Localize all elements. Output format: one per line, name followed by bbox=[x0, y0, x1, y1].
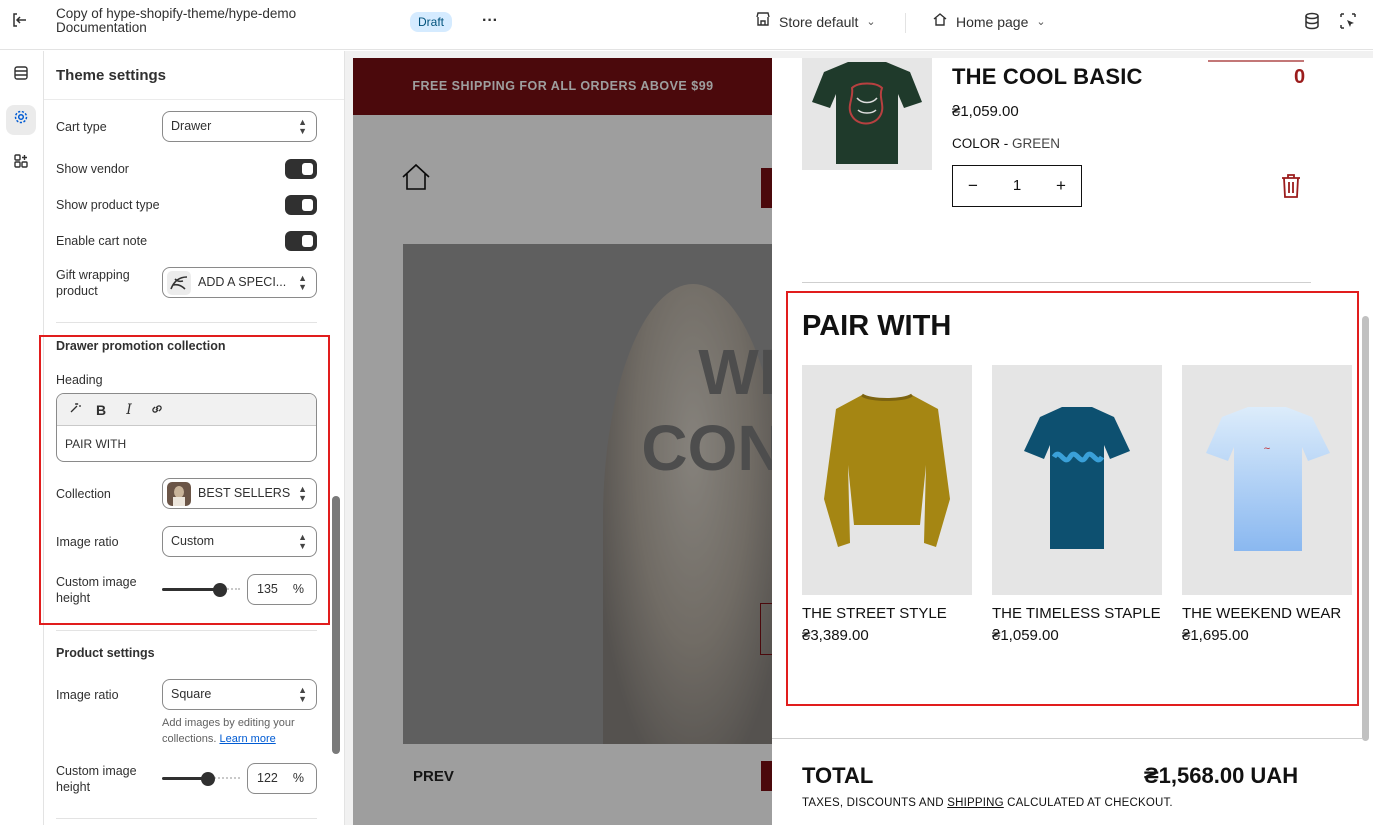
slider-knob[interactable] bbox=[201, 772, 215, 786]
gear-icon[interactable] bbox=[6, 105, 36, 135]
product-custom-height-input[interactable]: 122 % bbox=[247, 763, 317, 794]
checkout-note: TAXES, DISCOUNTS AND SHIPPING CALCULATED… bbox=[802, 797, 1173, 809]
cart-type-label: Cart type bbox=[56, 120, 107, 134]
checkout-note-text: TAXES, DISCOUNTS AND bbox=[802, 797, 948, 809]
page-selector[interactable]: Home page ⌄ bbox=[932, 11, 1046, 33]
highlight-box bbox=[786, 291, 1359, 706]
drawer-overlay[interactable] bbox=[353, 58, 773, 825]
more-actions-button[interactable]: ··· bbox=[478, 10, 502, 34]
show-vendor-label: Show vendor bbox=[56, 162, 129, 176]
product-image-ratio-value: Square bbox=[171, 687, 212, 701]
theme-title: Copy of hype-shopify-theme/hype-demo Doc… bbox=[56, 6, 297, 35]
select-arrows-icon: ▲ ▼ bbox=[298, 117, 307, 136]
show-product-type-label: Show product type bbox=[56, 198, 160, 212]
trash-icon[interactable] bbox=[1280, 173, 1302, 199]
divider bbox=[905, 13, 906, 33]
divider bbox=[44, 99, 344, 100]
product-settings-section-title: Product settings bbox=[56, 646, 155, 660]
percent-unit: % bbox=[292, 771, 304, 785]
compare-price-digit: 0 bbox=[1294, 66, 1306, 88]
product-image-ratio-select[interactable]: Square ▲ ▼ bbox=[162, 679, 317, 710]
total-value: ₴1,568.00 UAH bbox=[1144, 763, 1299, 788]
cart-item-name[interactable]: THE COOL BASIC bbox=[952, 64, 1143, 90]
divider bbox=[56, 322, 317, 323]
store-icon bbox=[755, 11, 771, 33]
highlight-box bbox=[39, 335, 330, 625]
show-product-type-toggle[interactable] bbox=[285, 195, 317, 215]
apps-icon[interactable] bbox=[6, 149, 36, 179]
home-icon bbox=[932, 11, 948, 33]
inspector-icon[interactable] bbox=[1338, 12, 1358, 32]
show-vendor-toggle[interactable] bbox=[285, 159, 317, 179]
decrease-quantity-button[interactable]: − bbox=[953, 166, 993, 206]
quantity-stepper: − 1 + bbox=[952, 165, 1082, 207]
color-label: COLOR - bbox=[952, 136, 1009, 151]
select-arrows-icon: ▲ ▼ bbox=[298, 685, 307, 704]
store-selector-label: Store default bbox=[779, 14, 859, 30]
gift-wrapping-label: Gift wrapping product bbox=[56, 268, 130, 298]
cart-item-price: ₴1,059.00 bbox=[952, 103, 1019, 120]
divider bbox=[802, 282, 1311, 283]
gift-wrapping-select[interactable]: ADD A SPECI... ▲ ▼ bbox=[162, 267, 317, 298]
enable-cart-note-label: Enable cart note bbox=[56, 234, 148, 248]
divider bbox=[56, 630, 317, 631]
chevron-down-icon: ⌄ bbox=[866, 16, 876, 28]
product-image-ratio-label: Image ratio bbox=[56, 688, 119, 702]
exit-icon-svg bbox=[13, 13, 26, 27]
status-badge: Draft bbox=[410, 12, 453, 32]
cart-item-color: COLOR - GREEN bbox=[952, 136, 1060, 151]
panel-title: Theme settings bbox=[56, 67, 167, 84]
shipping-link[interactable]: SHIPPING bbox=[947, 797, 1004, 809]
cart-type-value: Drawer bbox=[171, 119, 212, 133]
exit-icon[interactable] bbox=[8, 11, 30, 33]
cart-type-select[interactable]: Drawer ▲ ▼ bbox=[162, 111, 317, 142]
enable-cart-note-toggle[interactable] bbox=[285, 231, 317, 251]
store-selector[interactable]: Store default ⌄ bbox=[755, 11, 876, 33]
gift-wrapping-value: ADD A SPECI... bbox=[198, 275, 287, 289]
total-label: TOTAL bbox=[802, 763, 874, 788]
select-arrows-icon: ▲ ▼ bbox=[298, 273, 307, 292]
learn-more-link[interactable]: Learn more bbox=[219, 733, 275, 745]
image-ratio-help-text: Add images by editing your collections. … bbox=[162, 715, 322, 747]
clipped-price-fragment bbox=[1208, 58, 1304, 62]
left-rail bbox=[0, 51, 44, 825]
increase-quantity-button[interactable]: + bbox=[1041, 166, 1081, 206]
chevron-down-icon: ⌄ bbox=[1036, 16, 1046, 28]
sections-icon[interactable] bbox=[6, 61, 36, 91]
checkout-note-text-end: CALCULATED AT CHECKOUT. bbox=[1003, 797, 1173, 809]
database-icon[interactable] bbox=[1302, 12, 1322, 32]
product-custom-height-value: 122 bbox=[257, 771, 278, 785]
editor-topbar: Copy of hype-shopify-theme/hype-demo Doc… bbox=[0, 0, 1373, 50]
divider bbox=[772, 738, 1362, 739]
color-value: GREEN bbox=[1012, 136, 1061, 151]
page-selector-label: Home page bbox=[956, 14, 1029, 30]
product-custom-height-label: Custom image height bbox=[56, 764, 137, 794]
quantity-input[interactable]: 1 bbox=[993, 166, 1041, 206]
panel-scrollbar[interactable] bbox=[332, 496, 340, 754]
cart-item-image[interactable] bbox=[802, 58, 932, 170]
product-thumbnail bbox=[167, 271, 191, 295]
drawer-scrollbar[interactable] bbox=[1362, 316, 1369, 741]
divider bbox=[56, 818, 317, 819]
